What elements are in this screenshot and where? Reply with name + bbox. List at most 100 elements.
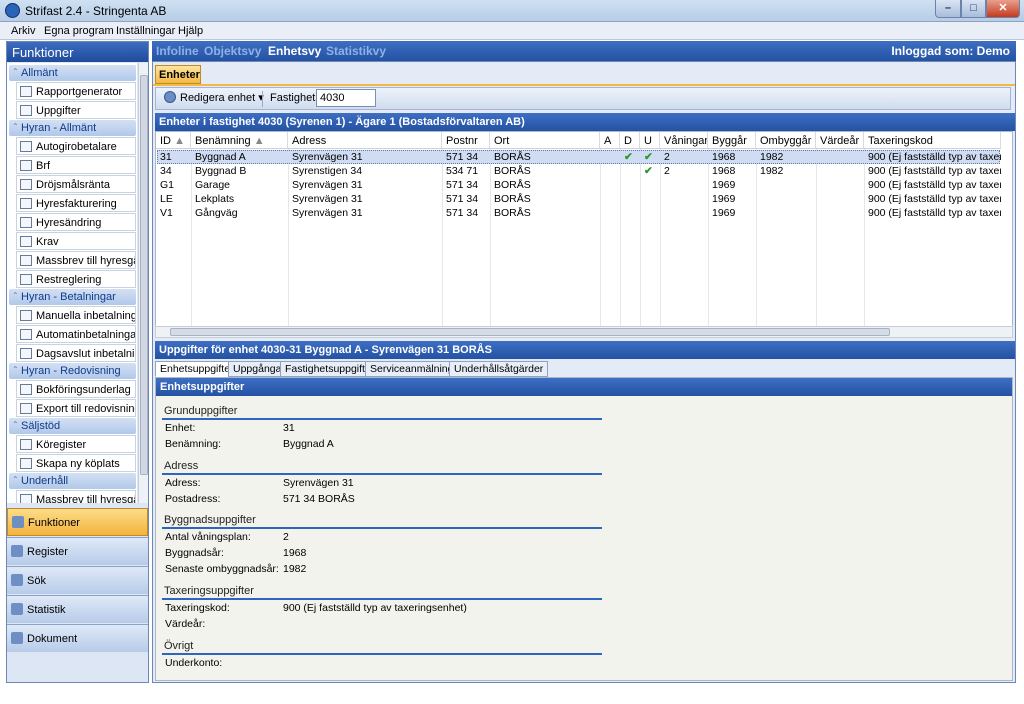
nav-group-hyran-redovisning[interactable]: ⌃ Hyran - Redovisning [9, 363, 136, 379]
magnifier-icon [20, 105, 32, 116]
grid-scroll-thumb[interactable] [170, 328, 890, 336]
grid-horizontal-scrollbar[interactable] [155, 326, 1013, 338]
warning-icon [20, 236, 32, 247]
nav-item-rapportgenerator[interactable]: Rapportgenerator [16, 82, 136, 100]
ledger-icon [20, 384, 32, 395]
section-divider [162, 473, 602, 475]
cell-d [620, 178, 640, 192]
cell-benamning: Garage [195, 179, 231, 191]
property-label: Fastighet: [270, 92, 319, 104]
nav-button-statistik[interactable]: Statistik [7, 595, 148, 623]
nav-item-manuella-inbetalningar[interactable]: Manuella inbetalningar [16, 306, 136, 324]
sidebar: Funktioner ⌃ Allmänt Rapportgenerator Upp… [6, 41, 149, 683]
menu-arkiv[interactable]: Arkiv [11, 25, 35, 37]
nav-item-skapa-koplats[interactable]: Skapa ny köplats [16, 454, 136, 472]
nav-item-massbrev-underhall[interactable]: Massbrev till hyresgäst [16, 490, 136, 503]
menu-hjalp[interactable]: Hjälp [178, 25, 203, 37]
nav-group-hyran-betalningar[interactable]: ⌃ Hyran - Betalningar [9, 289, 136, 305]
section-divider [162, 598, 602, 600]
field-label: Värdeår: [165, 618, 206, 630]
tab-enheter[interactable]: Enheter [155, 65, 201, 84]
nav-button-sok[interactable]: Sök [7, 566, 148, 594]
cell-id: LE [160, 193, 173, 205]
cell-u [640, 206, 660, 220]
cell-byggar: 1968 [712, 151, 736, 163]
nav-item-autogirobetalare[interactable]: Autogirobetalare [16, 137, 136, 155]
property-input[interactable] [316, 89, 376, 107]
cell-adress: Syrenvägen 31 [292, 179, 363, 191]
column-header-vaningar[interactable]: Våningar [660, 132, 708, 149]
functions-icon [12, 516, 24, 528]
cell-postnr: 534 71 [446, 165, 479, 177]
tab-enhetsuppgifter[interactable]: Enhetsuppgifter [155, 361, 239, 377]
nav-group-saljstod[interactable]: ⌃ Säljstöd [9, 418, 136, 434]
nav-item-bokforingsunderlag[interactable]: Bokföringsunderlag [16, 380, 136, 398]
column-header-vardear[interactable]: Värdeår [816, 132, 864, 149]
column-header-id[interactable]: ID ▲ [156, 132, 191, 149]
nav-group-underhall[interactable]: ⌃ Underhåll [9, 473, 136, 489]
sidebar-scroll-thumb[interactable] [140, 75, 148, 475]
nav-item-restreglering[interactable]: Restreglering [16, 270, 136, 288]
view-tab-enhetsvy[interactable]: Enhetsvy [268, 44, 321, 58]
cell-vaningar [660, 178, 708, 192]
cell-u [640, 178, 660, 192]
nav-group-allmant[interactable]: ⌃ Allmänt [9, 65, 136, 81]
column-header-ort[interactable]: Ort [490, 132, 600, 149]
field-value: Byggnad A [283, 438, 334, 450]
units-grid: ID ▲ Benämning ▲ Adress Postnr Ort A D U… [155, 131, 1013, 327]
column-header-postnr[interactable]: Postnr [442, 132, 490, 149]
nav-group-hyran-allmant[interactable]: ⌃ Hyran - Allmänt [9, 120, 136, 136]
cell-benamning: Gångväg [195, 207, 238, 219]
view-tab-infoline[interactable]: Infoline [156, 44, 199, 58]
field-label: Senaste ombyggnadsår: [165, 563, 279, 575]
cell-ort: BORÅS [494, 193, 531, 205]
queue-icon [20, 439, 32, 450]
auto-payment-icon [20, 329, 32, 340]
minimize-button[interactable]: – [935, 0, 961, 18]
edit-unit-button[interactable]: Redigera enhet ▾ [164, 91, 264, 104]
nav-item-drojsmalsranta[interactable]: Dröjsmålsränta [16, 175, 136, 193]
nav-item-hyresfakturering[interactable]: Hyresfakturering [16, 194, 136, 212]
nav-item-koregister[interactable]: Köregister [16, 435, 136, 453]
window-title: Strifast 2.4 - Stringenta AB [25, 4, 167, 18]
column-header-adress[interactable]: Adress [288, 132, 442, 149]
nav-item-automatinbetalningar[interactable]: Automatinbetalningar [16, 325, 136, 343]
binoculars-icon [11, 574, 23, 586]
column-header-byggar[interactable]: Byggår [708, 132, 756, 149]
brf-icon [20, 160, 32, 171]
nav-button-funktioner[interactable]: Funktioner [7, 508, 148, 536]
column-header-taxeringskod[interactable]: Taxeringskod [864, 132, 1001, 149]
menu-installningar[interactable]: Inställningar [116, 25, 175, 37]
cell-vardear [816, 206, 864, 220]
cell-benamning: Lekplats [195, 193, 235, 205]
nav-button-register[interactable]: Register [7, 537, 148, 565]
nav-item-massbrev[interactable]: Massbrev till hyresgäst [16, 251, 136, 269]
nav-item-hyresandring[interactable]: Hyresändring [16, 213, 136, 231]
nav-item-uppgifter[interactable]: Uppgifter [16, 101, 136, 119]
column-header-a[interactable]: A [600, 132, 620, 149]
nav-button-dokument[interactable]: Dokument [7, 624, 148, 652]
column-header-ombyggar[interactable]: Ombyggår [756, 132, 816, 149]
settle-icon [20, 274, 32, 285]
column-header-benamning[interactable]: Benämning ▲ [191, 132, 288, 149]
cell-a [600, 164, 620, 178]
detail-title: Enhetsuppgifter [156, 378, 1012, 396]
sidebar-scrollbar[interactable] [138, 63, 148, 503]
cell-ort: BORÅS [494, 207, 531, 219]
close-button[interactable]: ✕ [986, 0, 1020, 18]
menu-egna-program[interactable]: Egna program [44, 25, 114, 37]
toolbar-separator [262, 91, 263, 107]
field-value: 1968 [283, 547, 307, 559]
maximize-button[interactable]: □ [961, 0, 986, 18]
field-label: Byggnadsår: [165, 547, 224, 559]
nav-item-krav[interactable]: Krav [16, 232, 136, 250]
nav-item-export-redovisning[interactable]: Export till redovisning [16, 399, 136, 417]
check-icon: ✔ [644, 151, 653, 163]
view-tab-objektsvy[interactable]: Objektsvy [204, 44, 261, 58]
nav-item-dagsavslut[interactable]: Dagsavslut inbetalnin... [16, 344, 136, 362]
column-header-d[interactable]: D [620, 132, 640, 149]
column-header-u[interactable]: U [640, 132, 660, 149]
tab-underhallsatgarder[interactable]: Underhållsåtgärder [449, 361, 549, 377]
nav-item-brf[interactable]: Brf [16, 156, 136, 174]
view-tab-statistikvy[interactable]: Statistikvy [326, 44, 386, 58]
